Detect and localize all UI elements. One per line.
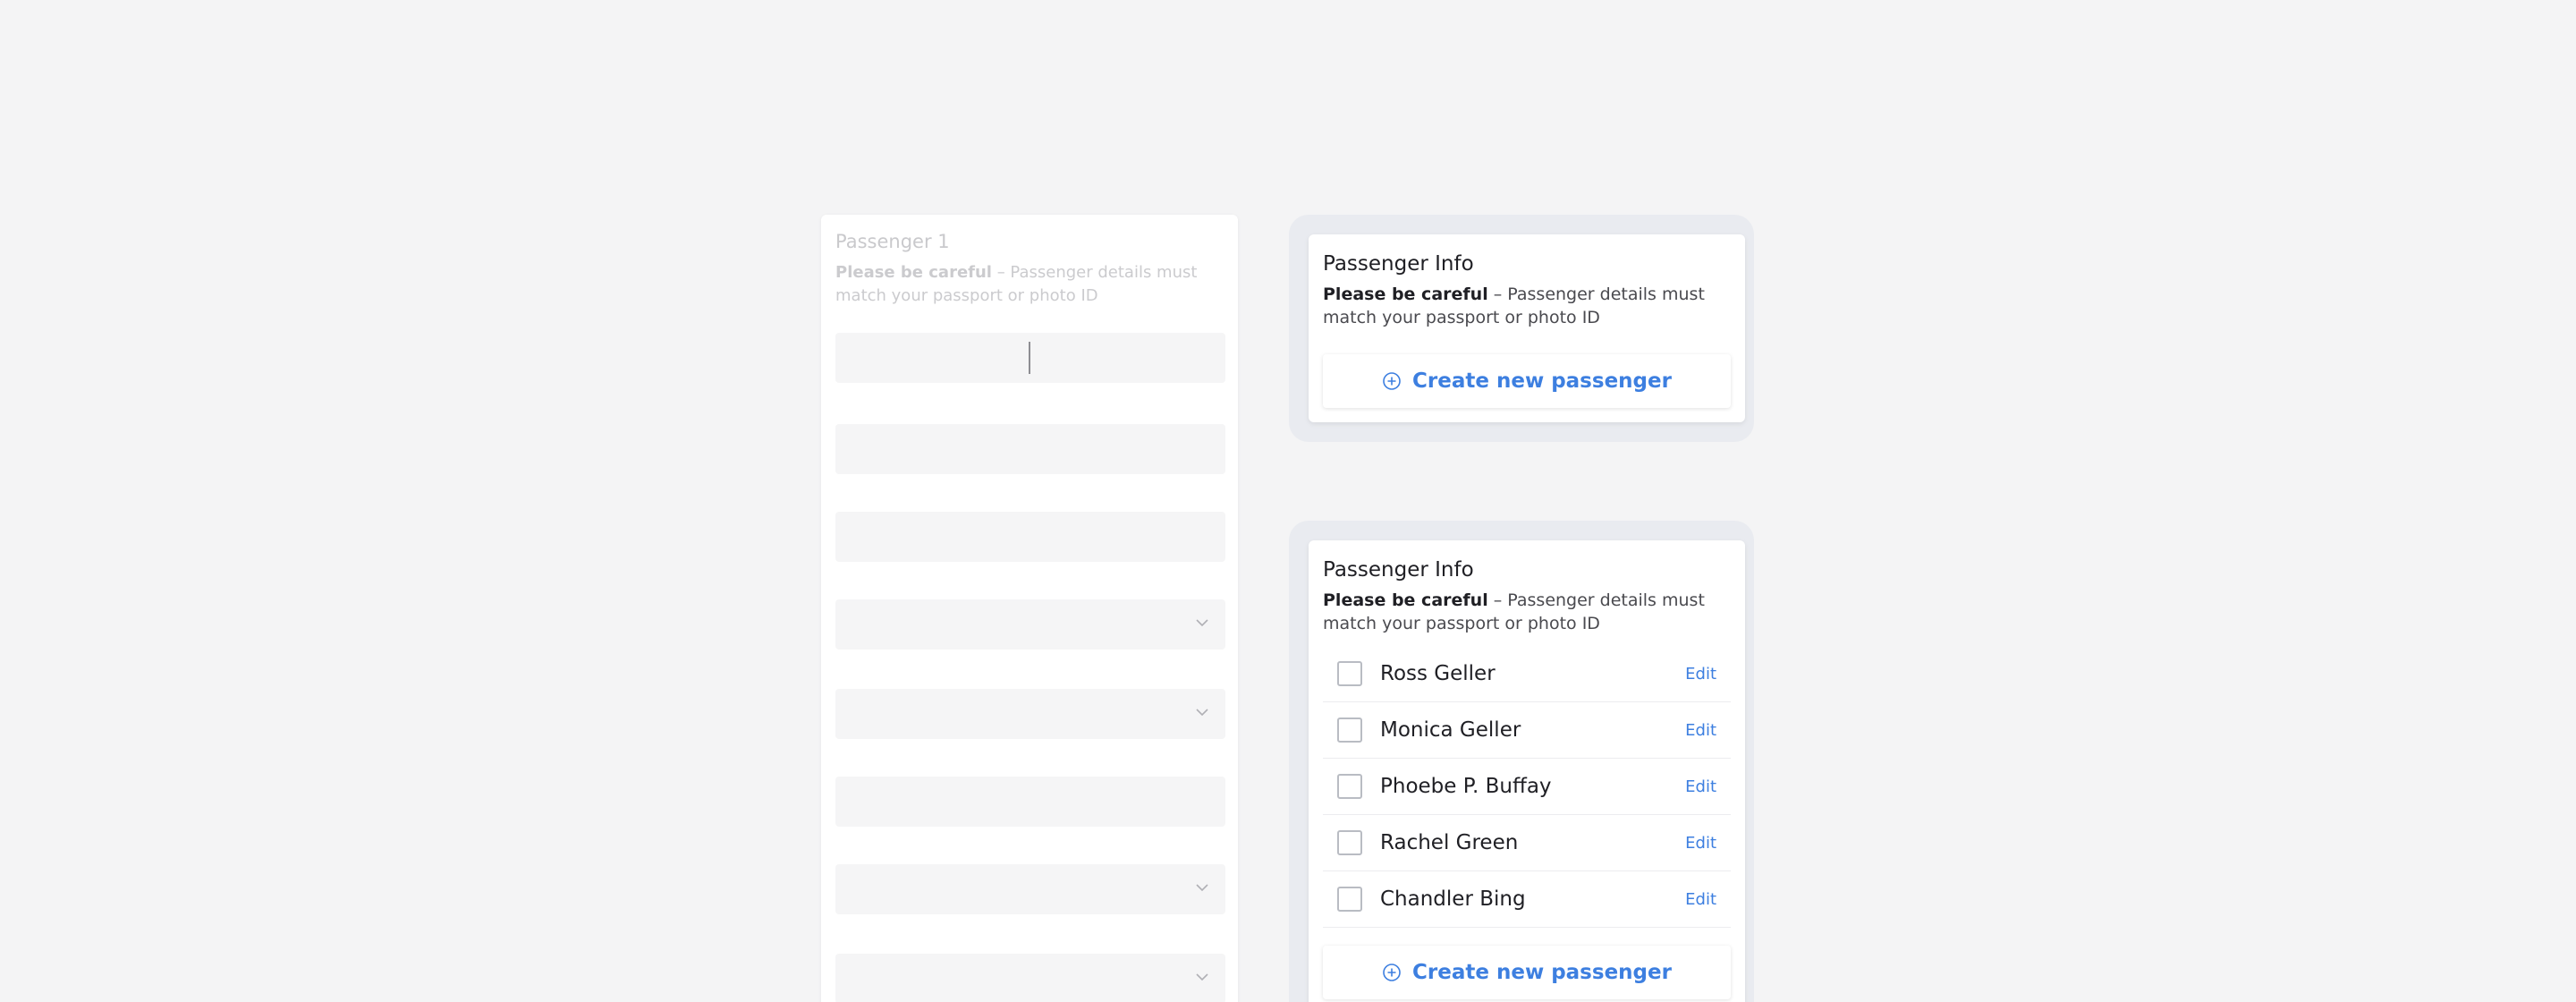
panel-warning-bold: Please be careful <box>1323 284 1488 304</box>
select-field[interactable] <box>835 599 1225 650</box>
passenger-list: Ross Geller Edit Monica Geller Edit Phoe… <box>1323 646 1731 928</box>
passenger-row: Chandler Bing Edit <box>1323 871 1731 928</box>
edit-passenger-link[interactable]: Edit <box>1685 834 1716 853</box>
passenger-checkbox[interactable] <box>1337 718 1362 743</box>
edit-passenger-link[interactable]: Edit <box>1685 890 1716 909</box>
chevron-down-icon <box>1196 619 1208 627</box>
create-wrap: Create new passenger <box>1323 946 1731 999</box>
plus-circle-icon <box>1383 964 1401 981</box>
passenger-name: Rachel Green <box>1380 831 1519 854</box>
passenger-row: Phoebe P. Buffay Edit <box>1323 759 1731 815</box>
panel-warning-note: Please be careful – Passenger details mu… <box>1323 283 1731 329</box>
edit-passenger-link[interactable]: Edit <box>1685 665 1716 684</box>
passenger-row: Ross Geller Edit <box>1323 646 1731 702</box>
passenger-checkbox[interactable] <box>1337 774 1362 799</box>
create-new-passenger-label: Create new passenger <box>1412 961 1672 984</box>
panel-warning-bold: Please be careful <box>1323 590 1488 610</box>
select-field[interactable] <box>835 954 1225 1002</box>
edit-passenger-link[interactable]: Edit <box>1685 721 1716 740</box>
passenger-info-frame-empty: Passenger Info Please be careful – Passe… <box>1289 215 1754 442</box>
passenger-name: Phoebe P. Buffay <box>1380 775 1552 798</box>
passenger-name: Chandler Bing <box>1380 887 1526 911</box>
chevron-down-icon <box>1196 884 1208 892</box>
chevron-down-icon <box>1196 973 1208 981</box>
text-field[interactable] <box>835 512 1225 562</box>
create-new-passenger-label: Create new passenger <box>1412 369 1672 393</box>
edit-passenger-link[interactable]: Edit <box>1685 777 1716 796</box>
passenger-info-frame-list: Passenger Info Please be careful – Passe… <box>1289 521 1754 1002</box>
chevron-down-icon <box>1196 709 1208 717</box>
passenger-name: Monica Geller <box>1380 718 1521 742</box>
panel-title: Passenger Info <box>1323 252 1474 276</box>
form-warning-bold: Please be careful <box>835 263 992 282</box>
passenger-checkbox[interactable] <box>1337 887 1362 912</box>
select-field[interactable] <box>835 689 1225 739</box>
create-new-passenger-button[interactable]: Create new passenger <box>1323 946 1731 999</box>
create-wrap: Create new passenger <box>1323 354 1731 408</box>
passenger-name: Ross Geller <box>1380 662 1496 685</box>
text-cursor <box>1029 342 1030 374</box>
passenger-info-panel-empty: Passenger Info Please be careful – Passe… <box>1309 234 1745 422</box>
form-warning-note: Please be careful – Passenger details mu… <box>835 261 1229 308</box>
select-field[interactable] <box>835 864 1225 914</box>
panel-warning-note: Please be careful – Passenger details mu… <box>1323 589 1731 635</box>
passenger-row: Rachel Green Edit <box>1323 815 1731 871</box>
form-title: Passenger 1 <box>835 231 950 252</box>
passenger-checkbox[interactable] <box>1337 830 1362 855</box>
plus-circle-icon <box>1383 372 1401 390</box>
first-name-field[interactable] <box>835 333 1225 383</box>
passenger-checkbox[interactable] <box>1337 661 1362 686</box>
create-new-passenger-button[interactable]: Create new passenger <box>1323 354 1731 408</box>
last-name-field[interactable] <box>835 424 1225 474</box>
panel-title: Passenger Info <box>1323 558 1474 582</box>
passenger-row: Monica Geller Edit <box>1323 702 1731 759</box>
text-field[interactable] <box>835 777 1225 827</box>
passenger-info-panel-list: Passenger Info Please be careful – Passe… <box>1309 540 1745 1002</box>
passenger-form-skeleton: Passenger 1 Please be careful – Passenge… <box>821 215 1238 1002</box>
